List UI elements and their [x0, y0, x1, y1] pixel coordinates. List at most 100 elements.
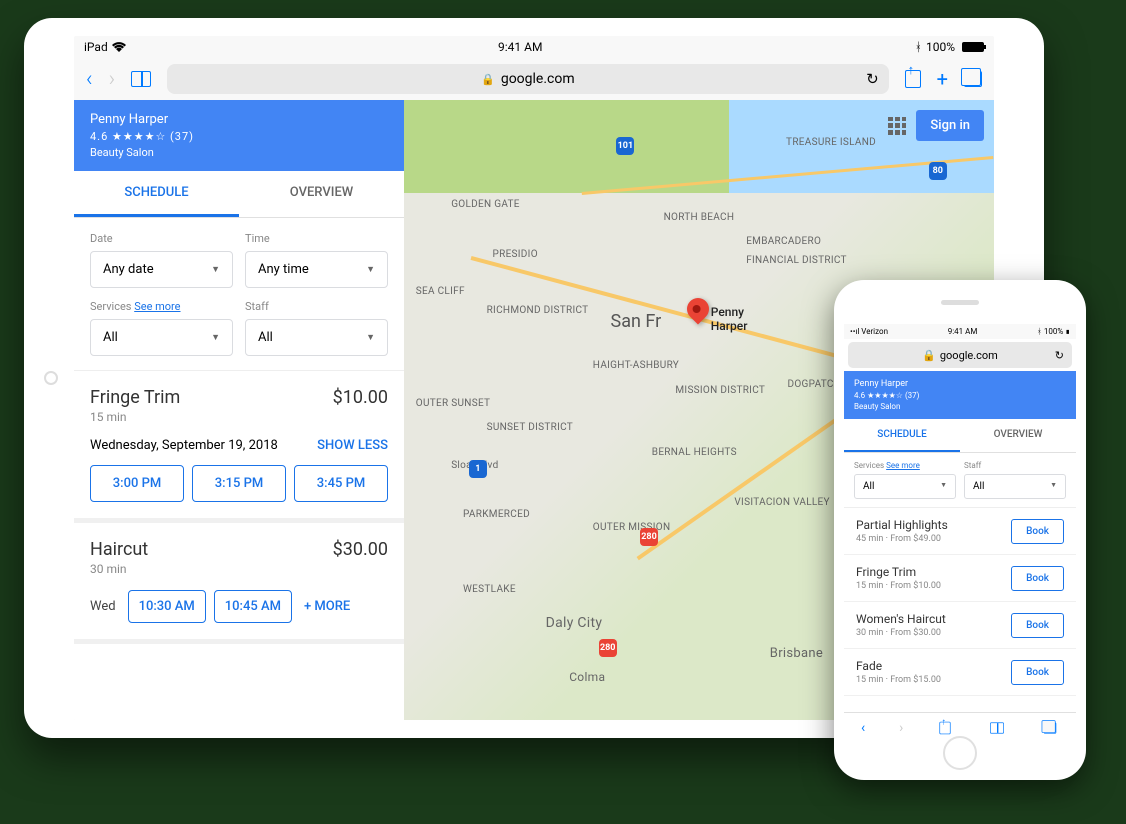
map-label: MISSION DISTRICT — [675, 385, 765, 396]
map-label: Daly City — [546, 615, 603, 631]
map-label: PARKMERCED — [463, 509, 530, 520]
phone-battery: ᚼ 100% ▮ — [1037, 327, 1070, 336]
phone-service-meta: 15 min · From $10.00 — [856, 581, 941, 591]
staff-select[interactable]: All — [245, 319, 388, 356]
book-button[interactable]: Book — [1011, 660, 1064, 685]
phone-business-rating: 4.6 ★★★★☆ (37) — [854, 391, 1066, 400]
map-label: Golden Gate — [451, 199, 520, 210]
service-duration: 30 min — [90, 562, 388, 576]
time-slot[interactable]: 3:00 PM — [90, 465, 184, 502]
phone-service-item: Women's Haircut30 min · From $30.00 Book — [844, 602, 1076, 649]
phone-url-text: google.com — [940, 349, 998, 362]
phone-url-bar[interactable]: 🔒 google.com ↻ — [848, 342, 1072, 368]
date-select[interactable]: Any date — [90, 251, 233, 288]
tab-overview[interactable]: OVERVIEW — [239, 171, 404, 217]
new-tab-button[interactable]: + — [937, 67, 948, 91]
back-button[interactable]: ‹ — [86, 67, 93, 92]
service-price: $30.00 — [333, 539, 388, 560]
map-label: HAIGHT-ASHBURY — [593, 360, 679, 371]
phone-status-bar: ••ıl Verizon 9:41 AM ᚼ 100% ▮ — [844, 324, 1076, 339]
share-icon[interactable] — [905, 70, 921, 88]
book-button[interactable]: Book — [1011, 519, 1064, 544]
time-slot[interactable]: 10:30 AM — [128, 590, 206, 623]
services-label: Services See more — [90, 300, 233, 313]
route-shield: 280 — [599, 639, 617, 657]
phone-device: ••ıl Verizon 9:41 AM ᚼ 100% ▮ 🔒 google.c… — [834, 280, 1086, 780]
phone-service-name: Fade — [856, 659, 941, 673]
phone-speaker — [941, 300, 979, 305]
more-slots-button[interactable]: + MORE — [300, 591, 354, 622]
phone-service-item: Partial Highlights45 min · From $49.00 B… — [844, 508, 1076, 555]
route-shield: 101 — [616, 137, 634, 155]
phone-home-button[interactable] — [943, 736, 977, 770]
date-label: Date — [90, 232, 233, 245]
phone-staff-label: Staff — [964, 461, 1066, 470]
phone-forward-icon[interactable]: › — [899, 720, 903, 736]
phone-staff-select[interactable]: All — [964, 474, 1066, 499]
time-slot[interactable]: 3:15 PM — [192, 465, 286, 502]
tabs-icon[interactable] — [964, 71, 982, 87]
book-button[interactable]: Book — [1011, 613, 1064, 638]
sign-in-button[interactable]: Sign in — [916, 110, 984, 141]
see-more-link[interactable]: See more — [134, 300, 180, 313]
phone-bookmarks-icon[interactable] — [990, 722, 1004, 733]
ipad-home-button[interactable] — [44, 371, 58, 385]
map-label: Colma — [569, 670, 605, 684]
business-header: Penny Harper 4.6 ★★★★☆ (37) Beauty Salon — [74, 100, 404, 171]
phone-tab-schedule[interactable]: SCHEDULE — [844, 419, 960, 452]
pin-label: PennyHarper — [711, 305, 748, 334]
map-label: NORTH BEACH — [664, 212, 735, 223]
apps-grid-icon[interactable] — [888, 117, 906, 135]
phone-services-select[interactable]: All — [854, 474, 956, 499]
map-label: PRESIDIO — [493, 249, 538, 260]
phone-business-name: Penny Harper — [854, 379, 1066, 389]
book-button[interactable]: Book — [1011, 566, 1064, 591]
map-label: OUTER SUNSET — [416, 398, 491, 409]
service-item: Fringe Trim $10.00 15 min Wednesday, Sep… — [74, 371, 404, 523]
phone-tab-overview[interactable]: OVERVIEW — [960, 419, 1076, 452]
status-time: 9:41 AM — [498, 40, 542, 54]
phone-back-icon[interactable]: ‹ — [861, 720, 865, 736]
tab-schedule[interactable]: SCHEDULE — [74, 171, 239, 217]
route-shield: 1 — [469, 460, 487, 478]
route-shield: 80 — [929, 162, 947, 180]
panel-tabs: SCHEDULE OVERVIEW — [74, 171, 404, 218]
time-slot[interactable]: 3:45 PM — [294, 465, 388, 502]
availability-date: Wednesday, September 19, 2018 — [90, 438, 278, 453]
service-item: Haircut $30.00 30 min Wed 10:30 AM 10:45… — [74, 523, 404, 644]
filters-section: Date Any date Time Any time Services See… — [74, 218, 404, 371]
map-label: BERNAL HEIGHTS — [652, 447, 737, 458]
business-rating: 4.6 ★★★★☆ (37) — [90, 130, 388, 143]
url-bar[interactable]: 🔒 google.com ↻ — [167, 64, 889, 94]
map-label: FINANCIAL DISTRICT — [746, 255, 847, 266]
time-select[interactable]: Any time — [245, 251, 388, 288]
phone-see-more-link[interactable]: See more — [886, 461, 920, 470]
phone-service-meta: 15 min · From $15.00 — [856, 675, 941, 685]
phone-service-meta: 30 min · From $30.00 — [856, 628, 946, 638]
phone-service-item: Fringe Trim 15 min · From $10.00 Book — [844, 555, 1076, 602]
map-label: TREASURE ISLAND — [786, 137, 876, 148]
phone-time: 9:41 AM — [948, 327, 978, 336]
forward-button[interactable]: › — [109, 67, 116, 92]
battery-icon — [962, 42, 984, 52]
lock-icon: 🔒 — [922, 349, 936, 362]
phone-service-name: Fringe Trim — [856, 565, 941, 579]
phone-services-label: Services See more — [854, 461, 956, 470]
map-label: EMBARCADERO — [746, 236, 821, 247]
bookmarks-icon[interactable] — [131, 71, 151, 87]
show-less-button[interactable]: SHOW LESS — [317, 438, 388, 453]
carrier-label: ••ıl Verizon — [850, 327, 888, 336]
phone-service-item: Fade 15 min · From $15.00 Book — [844, 649, 1076, 696]
lock-icon: 🔒 — [481, 73, 495, 86]
phone-business-header: Penny Harper 4.6 ★★★★☆ (37) Beauty Salon — [844, 371, 1076, 419]
staff-label: Staff — [245, 300, 388, 313]
map-label: SUNSET DISTRICT — [487, 422, 573, 433]
services-select[interactable]: All — [90, 319, 233, 356]
reload-icon[interactable]: ↻ — [1055, 349, 1064, 362]
phone-tabs-icon[interactable] — [1044, 722, 1057, 733]
phone-share-icon[interactable] — [940, 721, 951, 734]
reload-icon[interactable]: ↻ — [866, 70, 879, 88]
business-name: Penny Harper — [90, 112, 388, 127]
map-label: RICHMOND DISTRICT — [487, 305, 589, 316]
time-slot[interactable]: 10:45 AM — [214, 590, 292, 623]
